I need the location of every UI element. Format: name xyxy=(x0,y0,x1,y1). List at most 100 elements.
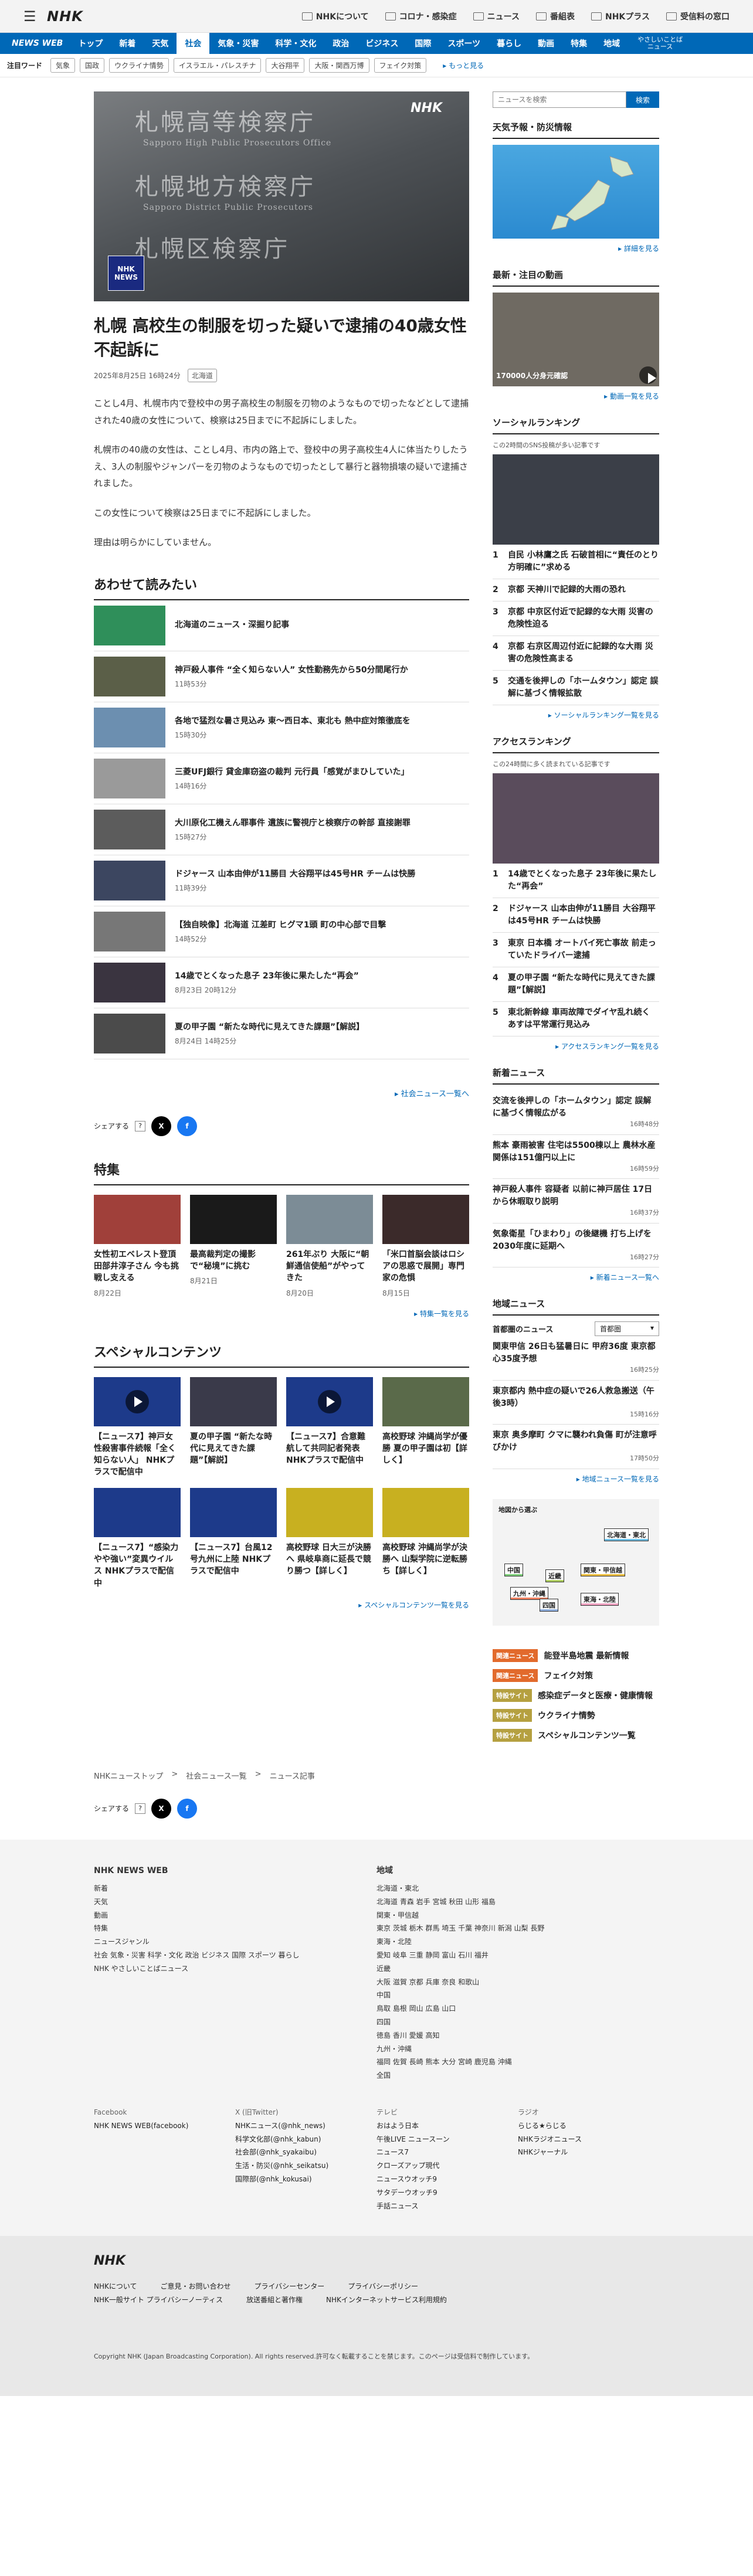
footer-social-link[interactable]: 手話ニュース xyxy=(376,2200,518,2213)
map-region-button[interactable]: 関東・甲信越 xyxy=(581,1563,625,1576)
keyword-tag[interactable]: 大谷翔平 xyxy=(266,58,305,73)
map-region-button[interactable]: 東海・北陸 xyxy=(581,1592,619,1606)
category-tab[interactable]: ビジネス xyxy=(357,33,406,54)
region-select[interactable]: 首都圏 ▾ xyxy=(595,1321,659,1336)
x-share-icon[interactable]: X xyxy=(151,1116,172,1136)
footer-bottom-link[interactable]: NHKについて xyxy=(94,2281,137,2291)
footer-link[interactable]: 動画 xyxy=(94,1909,376,1922)
footer-region-link[interactable]: 徳島 香川 愛媛 高知 xyxy=(376,2029,659,2043)
ranking-title[interactable]: 京都 天神川で記録的大雨の恐れ xyxy=(508,584,626,596)
footer-social-link[interactable]: ニュースウオッチ9 xyxy=(376,2173,518,2186)
feature-thumbnail[interactable] xyxy=(382,1194,469,1244)
regional-more-link[interactable]: ▸ 地域ニュース一覧を見る xyxy=(493,1474,659,1484)
ranking-title[interactable]: 交通を後押しの「ホームタウン」認定 誤解に基づく情報拡散 xyxy=(508,675,659,700)
category-tab[interactable]: 国際 xyxy=(406,33,439,54)
video-more-link[interactable]: ▸ 動画一覧を見る xyxy=(493,391,659,401)
special-thumbnail[interactable] xyxy=(190,1487,277,1537)
category-tab[interactable]: 暮らし xyxy=(489,33,530,54)
special-thumbnail[interactable] xyxy=(286,1487,373,1537)
ranking-item[interactable]: 3 京都 中京区付近で記録的な大雨 災害の危険性迫る xyxy=(493,601,659,636)
ranking-title[interactable]: 自民 小林鷹之氏 石破首相に“責任のとり方明確に”求める xyxy=(508,549,659,574)
feature-thumbnail[interactable] xyxy=(286,1194,373,1244)
breadcrumb-item[interactable]: 社会ニュース一覧 xyxy=(186,1770,246,1781)
footer-region-link[interactable]: 北海道 青森 岩手 宮城 秋田 山形 福島 xyxy=(376,1895,659,1909)
news-item[interactable]: 交流を後押しの「ホームタウン」認定 誤解に基づく情報広がる 16時48分 xyxy=(493,1090,659,1135)
feature-title[interactable]: 最高裁判定の撮影で“秘境”に挑む xyxy=(190,1249,277,1273)
footer-region-link[interactable]: 近畿 xyxy=(376,1962,659,1976)
keyword-more-link[interactable]: ▸ もっと見る xyxy=(443,60,484,70)
footer-social-link[interactable]: NHKラジオニュース xyxy=(518,2133,659,2146)
feature-card[interactable]: 「米口首脳会談はロシアの思惑で展開」専門家の危惧 8月15日 xyxy=(382,1194,469,1298)
special-thumbnail[interactable] xyxy=(94,1377,181,1426)
keyword-tag[interactable]: イスラエル・パレスチナ xyxy=(173,58,262,73)
special-card[interactable]: 【ニュース7】神戸女性殺害事件続報「全く知らない人」 NHKプラスで配信中 xyxy=(94,1377,181,1479)
ranking-title[interactable]: 東京 日本橋 オートバイ死亡事故 前走っていたドライバー逮捕 xyxy=(508,937,659,962)
related-title[interactable]: ドジャース 山本由伸が11勝目 大谷翔平は45号HR チームは快勝 xyxy=(175,868,415,881)
topnav-reception[interactable]: 受信料の窓口 xyxy=(666,11,730,22)
related-thumbnail[interactable] xyxy=(94,962,165,1002)
region-tag[interactable]: 北海道 xyxy=(187,369,217,383)
special-title[interactable]: 高校野球 日大三が決勝へ 県岐阜商に延長で競り勝つ【詳しく】 xyxy=(286,1542,373,1578)
search-button[interactable]: 検索 xyxy=(626,91,659,108)
special-thumbnail[interactable] xyxy=(382,1377,469,1426)
footer-social-link[interactable]: 科学文化部(@nhk_kabun) xyxy=(235,2133,376,2146)
related-thumbnail[interactable] xyxy=(94,758,165,798)
news-item[interactable]: 東京都内 熱中症の疑いで26人救急搬送（午後3時） 15時16分 xyxy=(493,1381,659,1425)
news-item[interactable]: 気象衛星「ひまわり」の後継機 打ち上げを2030年度に延期へ 16時27分 xyxy=(493,1224,659,1267)
footer-social-link[interactable]: NHKジャーナル xyxy=(518,2146,659,2159)
footer-nhk-logo[interactable]: NHK xyxy=(94,2254,659,2268)
ranking-item[interactable]: 4 夏の甲子園 “新たな時代に見えてきた課題”【解説】 xyxy=(493,967,659,1002)
keyword-tag[interactable]: フェイク対策 xyxy=(374,58,427,73)
ranking-title[interactable]: 14歳でとくなった息子 23年後に果たした“再会” xyxy=(508,868,659,893)
play-icon[interactable] xyxy=(318,1389,341,1413)
special-card[interactable]: 高校野球 沖縄尚学が優勝 夏の甲子園は初【詳しく】 xyxy=(382,1377,469,1479)
category-tab[interactable]: 科学・文化 xyxy=(267,33,324,54)
special-more-link[interactable]: ▸ スペシャルコンテンツ一覧を見る xyxy=(94,1600,469,1610)
ranking-title[interactable]: 東北新幹線 車両故障でダイヤ乱れ続く あすは平常運行見込み xyxy=(508,1007,659,1031)
category-tab[interactable]: 新着 xyxy=(111,33,144,54)
related-thumbnail[interactable] xyxy=(94,911,165,951)
special-title[interactable]: 高校野球 沖縄尚学が決勝へ 山梨学院に逆転勝ち【詳しく】 xyxy=(382,1542,469,1578)
footer-social-link[interactable]: サタデーウオッチ9 xyxy=(376,2186,518,2200)
help-icon[interactable]: ? xyxy=(135,1120,146,1131)
ranking-item[interactable]: 4 京都 右京区周辺付近に記録的な大雨 災害の危険性高まる xyxy=(493,636,659,671)
link-text[interactable]: スペシャルコンテンツ一覧 xyxy=(538,1729,636,1741)
footer-link[interactable]: ニュースジャンル xyxy=(94,1935,376,1949)
map-region-button[interactable]: 北海道・東北 xyxy=(604,1528,649,1541)
special-title[interactable]: 夏の甲子園 “新たな時代に見えてきた課題”【解説】 xyxy=(190,1431,277,1467)
related-link[interactable]: 関連ニュース 能登半島地震 最新情報 xyxy=(493,1649,659,1662)
link-text[interactable]: フェイク対策 xyxy=(544,1670,593,1681)
related-item[interactable]: 三菱UFJ銀行 貸金庫窃盗の裁判 元行員「感覚がまひしていた」 14時16分 xyxy=(94,753,469,804)
ranking-title[interactable]: ドジャース 山本由伸が11勝目 大谷翔平は45号HR チームは快勝 xyxy=(508,903,659,927)
topnav-program[interactable]: 番組表 xyxy=(535,11,575,22)
topnav-news[interactable]: ニュース xyxy=(473,11,520,22)
weather-map[interactable] xyxy=(493,145,659,239)
keyword-tag[interactable]: 気象 xyxy=(50,58,76,73)
ranking-photo[interactable] xyxy=(493,773,659,864)
footer-social-link[interactable]: らじる★らじる xyxy=(518,2119,659,2133)
related-item[interactable]: ドジャース 山本由伸が11勝目 大谷翔平は45号HR チームは快勝 11時39分 xyxy=(94,855,469,906)
footer-bottom-link[interactable]: NHKインターネットサービス利用規約 xyxy=(326,2295,447,2305)
map-region-button[interactable]: 四国 xyxy=(540,1598,558,1612)
related-title[interactable]: 大川原化工機えん罪事件 遺族に警視庁と検察庁の幹部 直接謝罪 xyxy=(175,817,411,830)
social-news-more-link[interactable]: ▸ 社会ニュース一覧へ xyxy=(94,1088,469,1099)
special-card[interactable]: 高校野球 沖縄尚学が決勝へ 山梨学院に逆転勝ち【詳しく】 xyxy=(382,1487,469,1589)
footer-region-link[interactable]: 東京 茨城 栃木 群馬 埼玉 千葉 神奈川 新潟 山梨 長野 xyxy=(376,1922,659,1935)
feature-title[interactable]: 女性初エベレスト登頂 田部井淳子さん 今も挑戦し支える xyxy=(94,1249,181,1284)
related-item[interactable]: 14歳でとくなった息子 23年後に果たした“再会” 8月23日 20時12分 xyxy=(94,957,469,1008)
facebook-share-icon[interactable]: f xyxy=(177,1798,198,1819)
special-thumbnail[interactable] xyxy=(190,1377,277,1426)
news-item[interactable]: 熊本 豪雨被害 住宅は5500棟以上 農林水産関係は151億円以上に 16時59分 xyxy=(493,1135,659,1179)
footer-link[interactable]: 新着 xyxy=(94,1882,376,1895)
category-tab[interactable]: 天気 xyxy=(144,33,177,54)
ranking-item[interactable]: 5 東北新幹線 車両故障でダイヤ乱れ続く あすは平常運行見込み xyxy=(493,1002,659,1036)
features-more-link[interactable]: ▸ 特集一覧を見る xyxy=(94,1309,469,1318)
related-thumbnail[interactable] xyxy=(94,860,165,900)
related-thumbnail[interactable] xyxy=(94,809,165,849)
news-title[interactable]: 交流を後押しの「ホームタウン」認定 誤解に基づく情報広がる xyxy=(493,1095,659,1120)
menu-icon[interactable]: ☰ xyxy=(23,8,47,25)
footer-link[interactable]: 特集 xyxy=(94,1922,376,1935)
feature-card[interactable]: 261年ぶり 大阪に“朝鮮通信使船”がやってきた 8月20日 xyxy=(286,1194,373,1298)
feature-title[interactable]: 「米口首脳会談はロシアの思惑で展開」専門家の危惧 xyxy=(382,1249,469,1284)
footer-bottom-link[interactable]: ご意見・お問い合わせ xyxy=(161,2281,231,2291)
